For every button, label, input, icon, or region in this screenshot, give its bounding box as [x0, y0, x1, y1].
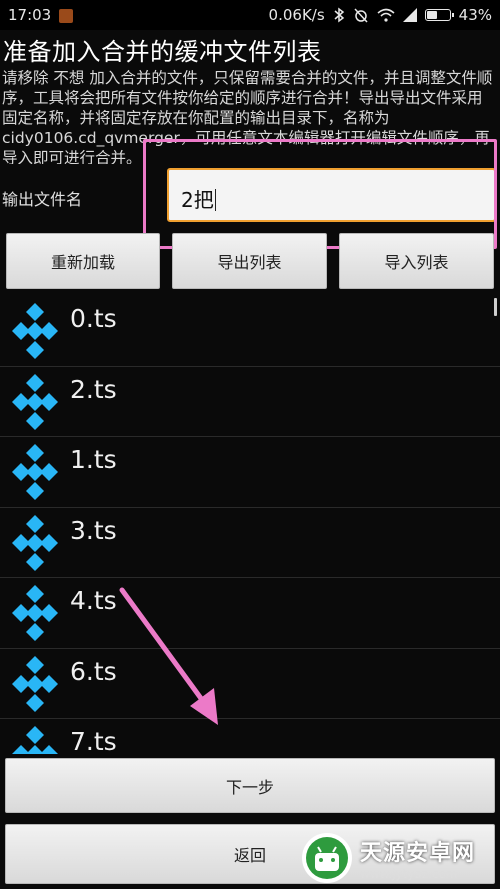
file-name: 4.ts	[70, 586, 117, 615]
watermark-texts: 天源安卓网 www.jytyaz.com	[360, 835, 475, 881]
watermark-url: www.jytyaz.com	[360, 867, 458, 881]
output-filename-value: 2把	[181, 188, 214, 212]
file-diamond-icon	[12, 373, 58, 430]
wifi-icon	[377, 8, 395, 22]
file-diamond-icon	[12, 655, 58, 712]
reload-button[interactable]: 重新加载	[6, 233, 160, 289]
output-filename-input[interactable]: 2把	[167, 168, 496, 222]
file-name: 6.ts	[70, 656, 117, 686]
bluetooth-icon	[333, 7, 345, 23]
status-bar: 17:03 0.06K/s 43%	[0, 0, 500, 30]
alarm-off-icon	[353, 7, 369, 23]
page-title: 准备加入合并的缓冲文件列表	[3, 38, 322, 66]
file-diamond-icon	[12, 303, 58, 359]
file-diamond-icon	[12, 726, 58, 754]
watermark-logo-icon	[302, 833, 352, 883]
file-name: 2.ts	[70, 374, 117, 404]
import-list-button[interactable]: 导入列表	[339, 233, 494, 289]
notification-icon	[59, 8, 74, 23]
file-name: 3.ts	[70, 515, 117, 545]
output-row: 输出文件名 2把	[0, 168, 500, 224]
file-list-item[interactable]: 1.ts	[0, 437, 500, 508]
watermark: 天源安卓网 www.jytyaz.com	[300, 828, 500, 888]
file-list[interactable]: 0.ts 2.ts 1.ts 3.ts 4.ts 6.ts 7.ts	[0, 296, 500, 754]
battery-percent: 43%	[458, 6, 492, 24]
watermark-title: 天源安卓网	[360, 841, 476, 866]
file-list-item[interactable]: 6.ts	[0, 648, 500, 719]
export-list-button[interactable]: 导出列表	[172, 233, 327, 289]
status-time: 17:03	[8, 6, 52, 24]
next-step-button[interactable]: 下一步	[5, 758, 495, 813]
file-list-item[interactable]: 0.ts	[0, 296, 500, 367]
output-label: 输出文件名	[2, 190, 83, 209]
page-description: 请移除 不想 加入合并的文件，只保留需要合并的文件，并且调整文件顺序，工具将会把…	[2, 69, 493, 164]
file-diamond-icon	[12, 444, 58, 500]
text-caret	[214, 189, 216, 211]
file-list-item[interactable]: 7.ts	[0, 719, 500, 754]
file-list-item[interactable]: 2.ts	[0, 366, 500, 437]
file-list-item[interactable]: 3.ts	[0, 507, 500, 578]
file-name: 1.ts	[70, 445, 117, 474]
battery-icon	[424, 9, 454, 21]
network-speed: 0.06K/s	[268, 6, 325, 24]
file-diamond-icon	[12, 514, 58, 571]
signal-icon	[402, 8, 417, 22]
file-name: 7.ts	[70, 727, 117, 754]
file-name: 0.ts	[70, 304, 117, 333]
status-right: 0.06K/s 43%	[269, 6, 492, 24]
list-scrollbar[interactable]	[494, 298, 497, 316]
file-diamond-icon	[12, 585, 58, 641]
file-list-item[interactable]: 4.ts	[0, 578, 500, 649]
